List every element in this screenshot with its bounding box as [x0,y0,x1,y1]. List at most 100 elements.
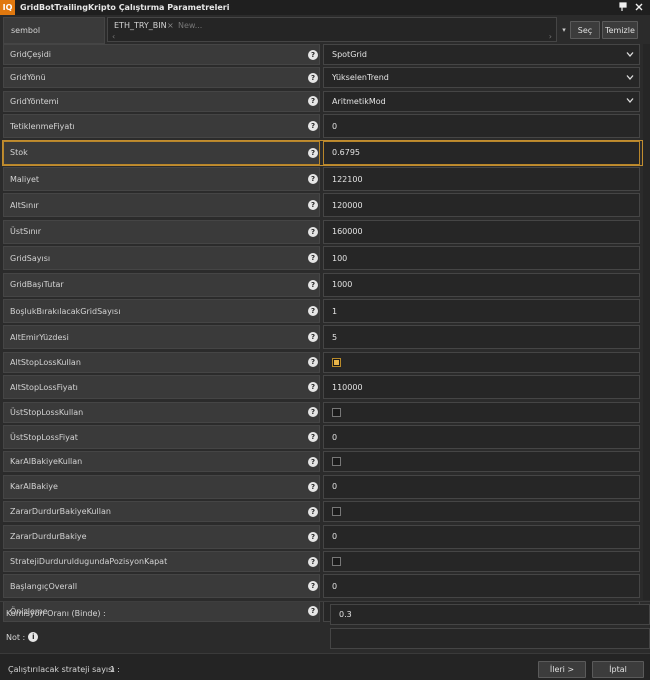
param-row: GridÇeşidi? SpotGrid [3,44,643,65]
param-checkbox-cell[interactable] [323,451,640,473]
param-input[interactable]: 160000 [323,219,640,244]
symbol-placeholder[interactable]: New... [178,21,202,30]
note-label-group: Not : i [6,632,39,642]
divider [0,601,650,602]
param-label: KarAlBakiye [3,474,320,499]
param-input[interactable]: 0 [323,425,640,449]
param-row: KarAlBakiyeKullan? [3,451,643,473]
param-label: BoşlukBırakılacakGridSayısı [3,299,320,323]
note-row: Not : i [0,627,650,649]
chevron-down-icon[interactable] [626,97,634,106]
help-icon[interactable]: ? [308,432,318,442]
param-input[interactable]: 0 [323,574,640,599]
help-icon[interactable]: ? [308,226,318,237]
param-checkbox-cell[interactable] [323,551,640,572]
param-select-value: AritmetikMod [332,96,386,106]
chevron-down-icon[interactable] [626,73,634,82]
param-checkbox-cell[interactable] [323,351,640,373]
param-label: KarAlBakiyeKullan [3,451,320,473]
param-input[interactable]: 0 [323,474,640,499]
param-checkbox[interactable] [332,557,341,566]
param-label: Maliyet [3,167,320,191]
help-icon[interactable]: ? [308,481,318,492]
param-row: KarAlBakiye? 0 [3,474,643,499]
param-input[interactable]: 100 [323,246,640,271]
param-row: ÜstStopLossKullan? [3,401,643,423]
strategy-count-label: Çalıştırılacak strateji sayısı : [8,665,120,674]
strategy-count-value: 1 [110,665,116,674]
window-title: GridBotTrailingKripto Çalıştırma Paramet… [20,3,230,12]
help-icon[interactable]: ? [308,506,318,517]
param-checkbox-cell[interactable] [323,401,640,423]
param-select-value: SpotGrid [332,50,367,59]
param-label: GridBaşıTutar [3,272,320,297]
cancel-button[interactable]: İptal [592,661,644,678]
param-label: GridYöntemi [3,90,320,112]
help-icon[interactable]: ? [308,72,318,83]
next-button[interactable]: İleri > [538,661,586,678]
commission-label: Komisyon Oranı (Binde) : [6,609,106,618]
param-label: TetiklenmeFiyatı [3,114,320,139]
param-input[interactable]: 122100 [323,167,640,191]
param-input[interactable]: 0.6795 [323,140,640,165]
param-label: ZararDurdurBakiye [3,524,320,549]
param-label: ÜstStopLossKullan [3,401,320,423]
param-row: AltStopLossKullan? [3,351,643,373]
param-input[interactable]: 0 [323,114,640,139]
help-icon[interactable]: ? [308,147,318,158]
param-row: GridYöntemi? AritmetikMod [3,90,643,112]
close-icon[interactable] [634,2,644,12]
param-row: ÜstSınır? 160000 [3,219,643,244]
param-row: BaşlangıçOverall? 0 [3,574,643,599]
param-row: ÜstStopLossFiyat? 0 [3,425,643,449]
param-checkbox[interactable] [332,507,341,517]
clear-button[interactable]: Temizle [602,21,638,39]
help-icon[interactable]: ? [308,456,318,467]
symbol-dropdown-icon[interactable]: ▾ [559,17,569,42]
param-row: Maliyet? 122100 [3,167,643,191]
scroll-right-icon[interactable]: › [549,32,552,41]
param-label: GridYönü [3,67,320,89]
info-icon[interactable]: i [28,632,39,642]
param-input[interactable]: 5 [323,325,640,350]
param-label: StratejiDurduruldugundaPozisyonKapat [3,551,320,572]
param-input[interactable]: 0 [323,524,640,549]
param-label: Stok [3,140,320,165]
param-checkbox-cell[interactable] [323,501,640,523]
help-icon[interactable]: ? [308,174,318,184]
help-icon[interactable]: ? [308,279,318,290]
note-input[interactable] [330,628,650,649]
param-label: GridÇeşidi [3,44,320,65]
vertical-scrollbar[interactable] [643,44,650,600]
chevron-down-icon[interactable] [626,50,634,59]
help-icon[interactable]: ? [308,556,318,567]
title-bar-controls [618,2,644,12]
pin-icon[interactable] [618,2,628,12]
chip-remove-icon[interactable]: × [167,21,174,30]
commission-input[interactable]: 0.3 [330,604,650,625]
note-label: Not : [6,632,26,642]
param-checkbox[interactable] [332,457,341,467]
select-button[interactable]: Seç [570,21,600,39]
param-label: ÜstSınır [3,219,320,244]
param-input[interactable]: 110000 [323,375,640,400]
param-checkbox[interactable] [332,357,341,367]
param-row: GridYönü? YükselenTrend [3,67,643,89]
param-row: AltStopLossFiyatı? 110000 [3,375,643,400]
help-icon[interactable]: ? [308,49,318,60]
scroll-left-icon[interactable]: ‹ [112,32,115,41]
param-select[interactable]: AritmetikMod [323,90,640,112]
help-icon[interactable]: ? [308,306,318,316]
param-input[interactable]: 120000 [323,193,640,218]
param-input[interactable]: 1 [323,299,640,323]
title-bar: IQ GridBotTrailingKripto Çalıştırma Para… [0,0,650,15]
footer: Çalıştırılacak strateji sayısı : 1 İleri… [0,653,650,680]
param-label: AltStopLossFiyatı [3,375,320,400]
help-icon[interactable]: ? [308,531,318,542]
param-checkbox[interactable] [332,407,341,417]
symbol-token-input[interactable]: ETH_TRY_BIN × New... ‹ › [107,17,557,42]
param-input[interactable]: 1000 [323,272,640,297]
param-select[interactable]: SpotGrid [323,44,640,65]
app-logo: IQ [0,0,15,15]
param-select[interactable]: YükselenTrend [323,67,640,89]
